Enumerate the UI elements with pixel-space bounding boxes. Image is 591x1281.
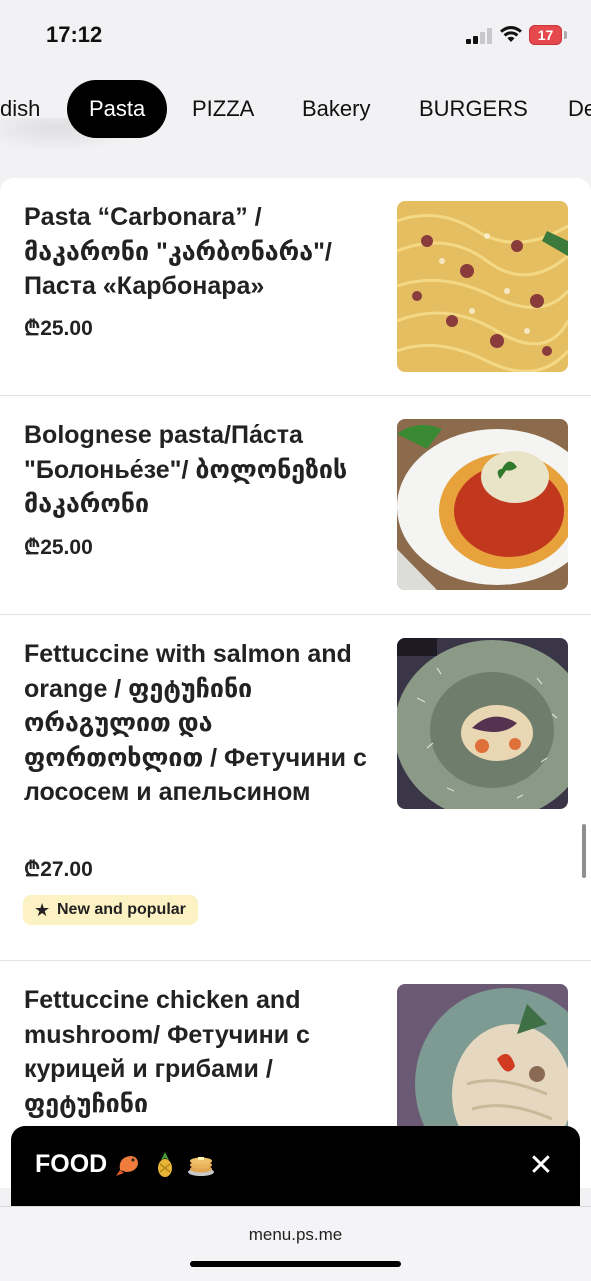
- bolognese-photo[interactable]: [397, 419, 568, 590]
- fettuccine-salmon-photo[interactable]: [397, 638, 568, 809]
- pineapple-icon: [158, 1152, 172, 1177]
- tab-burgers[interactable]: BURGERS: [397, 80, 550, 138]
- item-title: Fettuccine with salmon and orange / ფეტუ…: [24, 640, 367, 806]
- battery-icon: 17: [529, 25, 562, 45]
- url-text[interactable]: menu.ps.me: [0, 1225, 591, 1245]
- badge-label: New and popular: [57, 901, 186, 918]
- item-price: ₾25.00: [24, 536, 93, 559]
- status-bar: 17:12 17: [0, 0, 591, 70]
- shrimp-icon: [116, 1156, 138, 1176]
- menu-item-bolognese[interactable]: Bolognese pasta/Па́ста "Болонье́зе"/ ბოლ…: [0, 396, 591, 615]
- wifi-icon: [500, 26, 522, 42]
- bottom-bar-label: FOOD: [35, 1150, 108, 1178]
- tab-bakery[interactable]: Bakery: [280, 80, 392, 138]
- close-icon[interactable]: ✕: [526, 1151, 556, 1181]
- scrollbar[interactable]: [582, 824, 586, 878]
- pancakes-icon: [188, 1157, 214, 1176]
- item-title: Fettuccine chicken and mushroom/ Фетучин…: [24, 986, 310, 1118]
- tab-desserts[interactable]: De: [546, 80, 591, 138]
- home-indicator[interactable]: [190, 1261, 401, 1267]
- star-icon: ★: [34, 900, 51, 920]
- item-title: Pasta “Carbonara” / მაკარონი "კარბონარა"…: [24, 203, 332, 300]
- item-price: ₾27.00: [24, 858, 93, 881]
- menu-list[interactable]: Pasta “Carbonara” / მაკარონი "კარბონარა"…: [0, 178, 591, 1188]
- cellular-signal-icon: [466, 28, 494, 44]
- category-bottom-bar[interactable]: FOOD ✕: [11, 1126, 580, 1208]
- item-price: ₾25.00: [24, 317, 93, 340]
- browser-url-bar[interactable]: menu.ps.me: [0, 1206, 591, 1281]
- carbonara-photo[interactable]: [397, 201, 568, 372]
- item-title: Bolognese pasta/Па́ста "Болонье́зе"/ ბოლ…: [24, 421, 348, 518]
- tabs-shadow: [0, 118, 140, 152]
- tab-pizza[interactable]: PIZZA: [170, 80, 276, 138]
- new-popular-badge: ★ New and popular: [23, 895, 198, 925]
- battery-cap: [564, 31, 567, 39]
- menu-item-carbonara[interactable]: Pasta “Carbonara” / მაკარონი "კარბონარა"…: [0, 178, 591, 396]
- menu-item-fettuccine-salmon[interactable]: Fettuccine with salmon and orange / ფეტუ…: [0, 615, 591, 961]
- status-time: 17:12: [46, 22, 103, 47]
